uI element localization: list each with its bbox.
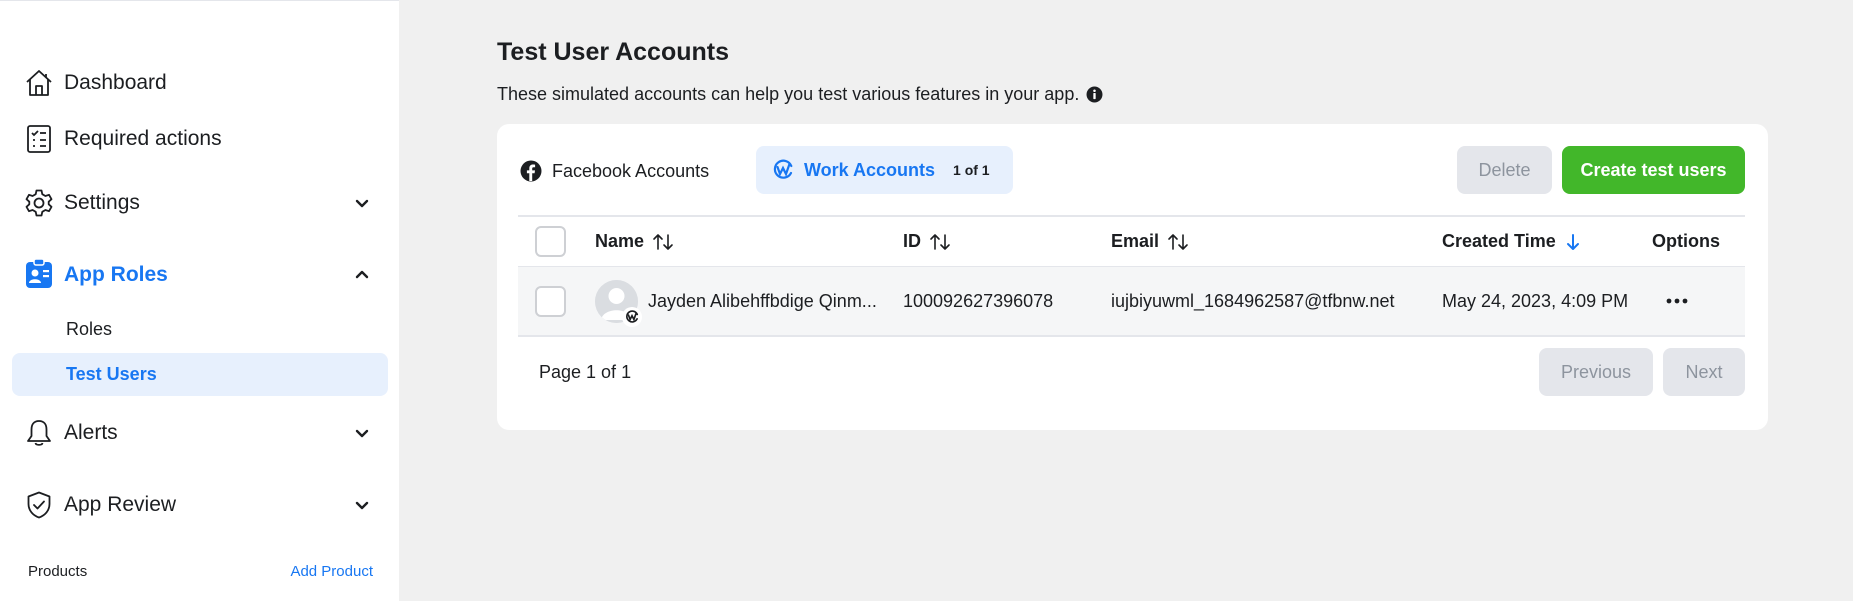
sidebar-item-label: App Roles — [64, 263, 168, 286]
table-row[interactable]: Jayden Alibehffbdige Qinm... 10009262739… — [518, 267, 1745, 337]
user-email: iujbiyuwml_1684962587@tfbnw.net — [1111, 290, 1395, 311]
column-header-name-label: Name — [595, 231, 645, 251]
sidebar-subitem-roles[interactable]: Roles — [12, 308, 388, 351]
tab-work-accounts[interactable]: Work Accounts 1 of 1 — [756, 146, 1013, 194]
sidebar-item-label: Settings — [64, 191, 140, 214]
column-header-created-label: Created Time — [1442, 231, 1556, 251]
shield-check-icon — [22, 488, 56, 522]
column-header-email-label: Email — [1111, 231, 1160, 251]
select-all-checkbox[interactable] — [535, 226, 566, 257]
checklist-icon — [22, 122, 56, 156]
tab-count-badge: 1 of 1 — [953, 162, 990, 178]
sidebar-item-label: App Review — [64, 493, 177, 516]
tab-work-accounts-label: Work Accounts — [804, 159, 936, 180]
create-test-users-button[interactable]: Create test users — [1562, 146, 1745, 194]
user-name: Jayden Alibehffbdige Qinm... — [648, 290, 877, 311]
sort-icon[interactable] — [929, 233, 951, 251]
products-label: Products — [28, 562, 88, 580]
id-badge-icon — [22, 258, 56, 292]
test-users-table: Name ID Email Created Time Options Jayde… — [518, 215, 1745, 337]
sidebar-item-alerts[interactable]: Alerts — [22, 410, 373, 456]
column-header-email[interactable]: Email — [1111, 217, 1189, 266]
sidebar-item-label: Alerts — [64, 421, 118, 444]
workplace-icon — [772, 159, 794, 181]
column-header-id-label: ID — [903, 231, 921, 251]
sidebar: Dashboard Required actions Settings App … — [0, 0, 399, 601]
avatar — [595, 279, 642, 327]
more-options-icon[interactable] — [1666, 298, 1688, 304]
tab-facebook-accounts[interactable]: Facebook Accounts — [520, 148, 709, 194]
sidebar-item-dashboard[interactable]: Dashboard — [22, 60, 373, 106]
add-product-link[interactable]: Add Product — [290, 563, 373, 580]
page-title: Test User Accounts — [497, 38, 730, 66]
user-id: 100092627396078 — [903, 290, 1054, 311]
sidebar-item-app-review[interactable]: App Review — [22, 482, 373, 528]
chevron-down-icon — [351, 422, 373, 444]
column-header-created-time[interactable]: Created Time — [1442, 217, 1580, 266]
sidebar-item-app-roles[interactable]: App Roles — [22, 252, 373, 298]
pagination: Page 1 of 1 Previous Next — [518, 337, 1745, 407]
row-checkbox[interactable] — [535, 285, 566, 317]
column-header-name[interactable]: Name — [595, 217, 674, 266]
sort-icon[interactable] — [652, 233, 674, 251]
created-time: May 24, 2023, 4:09 PM — [1442, 290, 1629, 311]
facebook-icon — [520, 160, 542, 182]
column-header-options: Options — [1652, 231, 1720, 251]
chevron-up-icon — [351, 264, 373, 286]
sidebar-item-settings[interactable]: Settings — [22, 180, 373, 226]
column-header-id[interactable]: ID — [903, 217, 951, 266]
products-section-header: Products Add Product — [28, 559, 373, 583]
page-indicator: Page 1 of 1 — [539, 361, 632, 382]
sidebar-subitem-test-users[interactable]: Test Users — [12, 353, 388, 396]
page-description-text: These simulated accounts can help you te… — [497, 84, 1080, 104]
tab-facebook-accounts-label: Facebook Accounts — [552, 160, 710, 181]
previous-page-button[interactable]: Previous — [1539, 348, 1653, 396]
delete-button[interactable]: Delete — [1457, 146, 1552, 194]
sidebar-item-label: Required actions — [64, 127, 222, 150]
bell-icon — [22, 416, 56, 450]
sort-icon[interactable] — [1167, 233, 1189, 251]
test-users-card: Facebook Accounts Work Accounts 1 of 1 D… — [497, 124, 1768, 430]
sidebar-item-required-actions[interactable]: Required actions — [22, 116, 373, 162]
chevron-down-icon — [351, 494, 373, 516]
table-header: Name ID Email Created Time Options — [518, 215, 1745, 267]
next-page-button[interactable]: Next — [1663, 348, 1745, 396]
chevron-down-icon — [351, 192, 373, 214]
sidebar-item-label: Dashboard — [64, 71, 167, 94]
gear-icon — [22, 186, 56, 220]
page-description: These simulated accounts can help you te… — [497, 84, 1103, 105]
sort-descending-icon[interactable] — [1566, 233, 1580, 251]
workplace-badge-icon — [622, 306, 642, 327]
house-icon — [22, 66, 56, 100]
user-name-cell: Jayden Alibehffbdige Qinm... — [595, 267, 877, 335]
info-icon[interactable] — [1086, 86, 1103, 103]
